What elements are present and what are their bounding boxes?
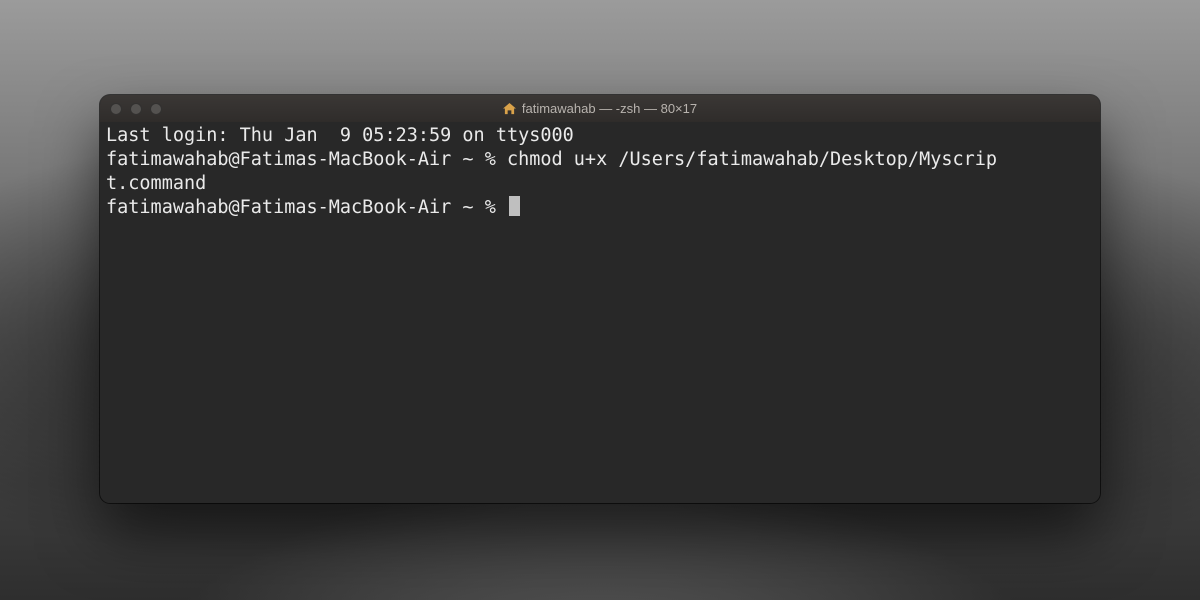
last-login-line: Last login: Thu Jan 9 05:23:59 on ttys00… (106, 125, 574, 146)
command-text-part1: chmod u+x /Users/fatimawahab/Desktop/Mys… (507, 149, 997, 170)
terminal-content[interactable]: Last login: Thu Jan 9 05:23:59 on ttys00… (100, 122, 1100, 503)
text-cursor (509, 196, 520, 216)
fullscreen-button[interactable] (150, 103, 162, 115)
terminal-window[interactable]: fatimawahab — -zsh — 80×17 Last login: T… (100, 95, 1100, 503)
close-button[interactable] (110, 103, 122, 115)
home-icon (503, 103, 516, 115)
window-title-text: fatimawahab — -zsh — 80×17 (522, 101, 697, 116)
command-text-part2: t.command (106, 173, 206, 194)
window-titlebar[interactable]: fatimawahab — -zsh — 80×17 (100, 95, 1100, 123)
shell-prompt-1: fatimawahab@Fatimas-MacBook-Air ~ % (106, 149, 507, 170)
traffic-lights (110, 103, 162, 115)
shell-prompt-2: fatimawahab@Fatimas-MacBook-Air ~ % (106, 197, 507, 218)
minimize-button[interactable] (130, 103, 142, 115)
desktop-background: fatimawahab — -zsh — 80×17 Last login: T… (0, 0, 1200, 600)
